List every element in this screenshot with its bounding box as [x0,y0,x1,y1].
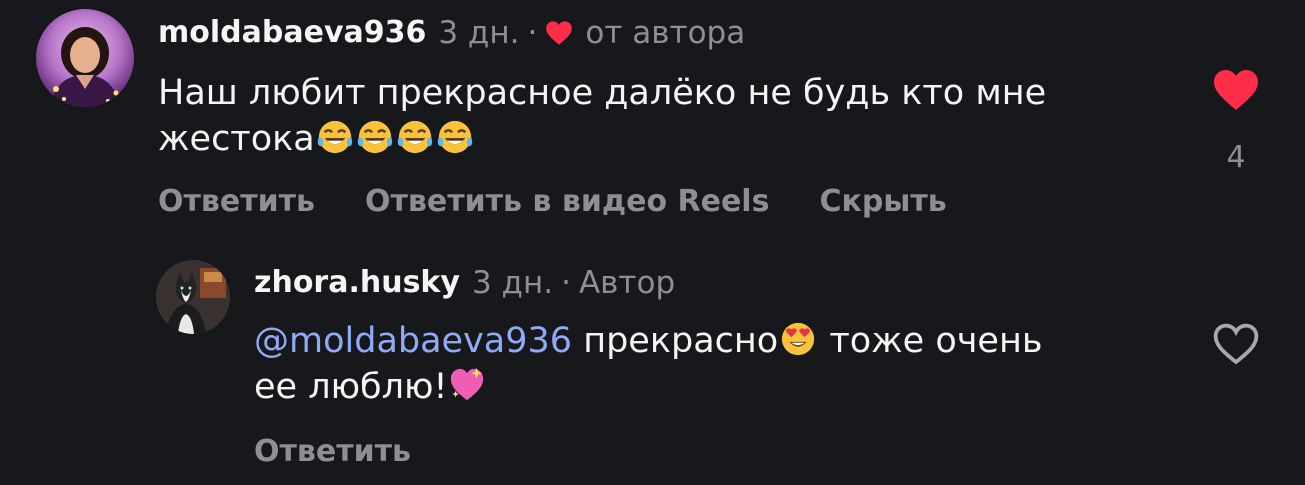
reply-text-part1: прекрасно [583,321,779,361]
tears-of-joy-emoji [397,120,432,154]
timestamp: 3 дн. [438,15,520,51]
comment-actions: Ответить Ответить в видео Reels Скрыть [158,182,997,222]
reply-button[interactable]: Ответить [158,182,315,222]
hide-button[interactable]: Скрыть [819,182,946,222]
reply-button[interactable]: Ответить [254,432,411,472]
heart-eyes-emoji [782,322,815,356]
filled-heart-icon [1214,70,1258,110]
avatar-moldabaeva936[interactable] [36,9,134,107]
username[interactable]: zhora.husky [254,263,460,303]
liked-by-author-label: от автора [585,15,746,51]
username[interactable]: moldabaeva936 [158,13,426,53]
reply-text-part2: тоже очень [829,321,1043,361]
reply-like-button[interactable] [1212,322,1260,366]
reply-meta: zhora.husky 3 дн. · Автор [254,263,675,303]
author-badge: Автор [578,265,676,301]
comment-text: Наш любит прекрасное далёко не будь кто … [158,70,1158,162]
reply-actions: Ответить [254,432,461,472]
mention-link[interactable]: @moldabaeva936 [254,321,572,361]
reply-text: @moldabaeva936 прекрасно тоже очень ее л… [254,318,1174,410]
meta-separator: · [561,265,571,301]
tears-of-joy-emoji [317,120,352,154]
tears-of-joy-emoji [357,120,392,154]
comment-text-line1: Наш любит прекрасное далёко не будь кто … [158,73,1047,113]
meta-separator: · [527,15,538,51]
comment-meta: moldabaeva936 3 дн. · от автора [158,13,745,53]
like-count: 4 [1226,140,1246,175]
like-button[interactable] [1212,68,1260,112]
comment-text-line2: жестока [158,119,315,159]
avatar-zhora-husky[interactable] [156,260,230,334]
comment-zhora-husky: zhora.husky 3 дн. · Автор @moldabaeva936… [0,240,1305,485]
reply-text-line2: ее люблю! [254,367,448,407]
comment-moldabaeva936: moldabaeva936 3 дн. · от автора Наш люби… [0,0,1305,240]
reply-reels-button[interactable]: Ответить в видео Reels [365,182,769,222]
red-heart-icon [546,21,573,45]
tears-of-joy-emoji [437,120,472,154]
sparkling-heart-emoji [451,367,484,401]
timestamp: 3 дн. [471,265,554,301]
outline-heart-icon [1213,323,1259,365]
